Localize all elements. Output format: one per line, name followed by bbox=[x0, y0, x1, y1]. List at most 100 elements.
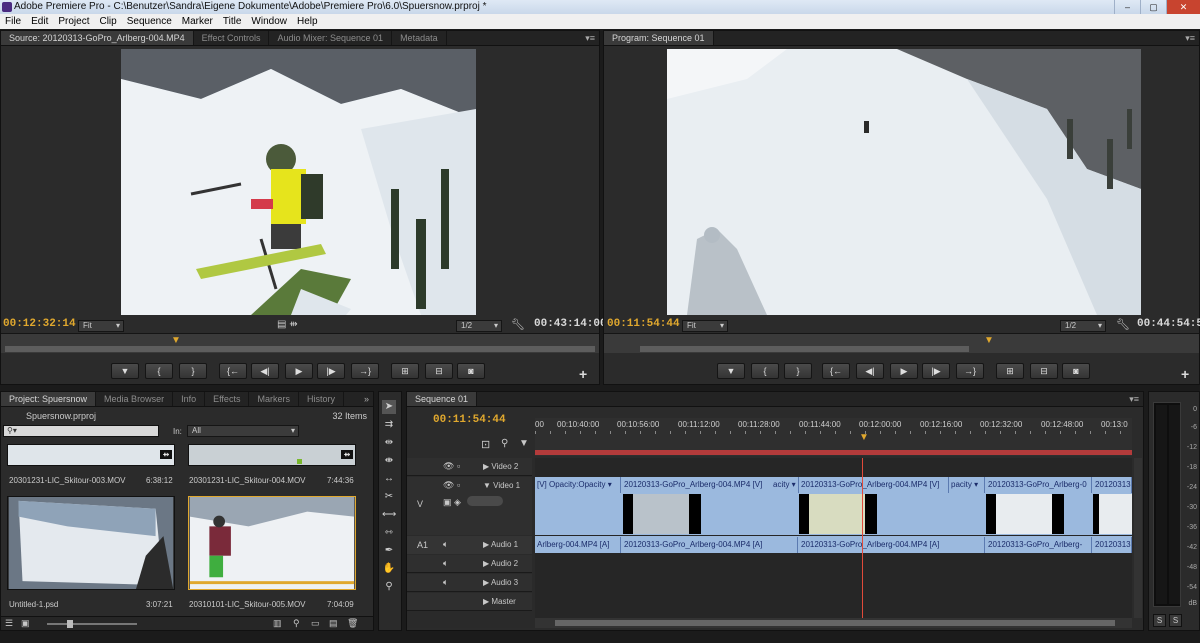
tab-sequence[interactable]: Sequence 01 bbox=[407, 392, 478, 406]
audio-clip[interactable]: 20120313-GoPro_Arlberg-004.MP4 [A] bbox=[622, 537, 798, 553]
video-clip[interactable]: [V] Opacity:Opacity ▾ bbox=[535, 477, 621, 493]
program-resolution-dropdown[interactable]: 1/2 bbox=[1060, 320, 1106, 332]
icon-view-icon[interactable]: ▣ bbox=[21, 618, 30, 629]
timeline-horizontal-scrollbar[interactable] bbox=[535, 618, 1132, 628]
tab-program[interactable]: Program: Sequence 01 bbox=[604, 31, 714, 45]
go-to-in-button[interactable]: {← bbox=[219, 363, 247, 379]
item-name[interactable]: Untitled-1.psd bbox=[9, 600, 58, 609]
source-fit-dropdown[interactable]: Fit bbox=[78, 320, 124, 332]
extract-button[interactable]: ⊟ bbox=[1030, 363, 1058, 379]
filmstrip-icon[interactable]: ▤ ⇻ bbox=[277, 319, 298, 330]
trash-icon[interactable]: 🗑︎ bbox=[347, 618, 358, 629]
playhead-icon[interactable]: ▼ bbox=[859, 432, 869, 443]
playhead-marker-icon[interactable]: ▼ bbox=[171, 336, 181, 346]
thumb-item-1[interactable]: ⇻ bbox=[7, 444, 175, 466]
bin-icon[interactable]: ▭ bbox=[311, 618, 320, 629]
video-clip[interactable]: 20120313- bbox=[1093, 477, 1132, 493]
track-select-tool-icon[interactable]: ⇉ bbox=[382, 418, 396, 432]
a1-target-label[interactable]: A1 bbox=[417, 540, 428, 550]
list-view-icon[interactable]: ☰ bbox=[5, 618, 13, 629]
step-back-button[interactable]: ◀| bbox=[856, 363, 884, 379]
tab-source[interactable]: Source: 20120313-GoPro_Arlberg-004.MP4 bbox=[1, 31, 194, 45]
tab-effects[interactable]: Effects bbox=[205, 392, 250, 406]
step-forward-button[interactable]: |▶ bbox=[317, 363, 345, 379]
playhead-marker-icon[interactable]: ▼ bbox=[984, 336, 994, 346]
panel-menu-icon[interactable]: » bbox=[364, 392, 369, 406]
mark-out-button[interactable]: } bbox=[179, 363, 207, 379]
panel-menu-icon[interactable]: ▾≡ bbox=[585, 31, 595, 45]
timeline-ruler[interactable]: 00 00:10:40:00 00:10:56:00 00:11:12:00 0… bbox=[535, 418, 1132, 456]
timeline-current-timecode[interactable]: 00:11:54:44 bbox=[433, 414, 506, 426]
audio-clip[interactable]: 20120313-GoPro_Arlberg- bbox=[986, 537, 1092, 553]
snap-icon[interactable]: ⊡ bbox=[481, 438, 490, 451]
tab-audio-mixer[interactable]: Audio Mixer: Sequence 01 bbox=[269, 31, 393, 45]
slip-tool-icon[interactable]: ⟷ bbox=[382, 508, 396, 522]
slide-tool-icon[interactable]: ⇿ bbox=[382, 526, 396, 540]
in-filter-dropdown[interactable]: All bbox=[187, 425, 299, 437]
menu-help[interactable]: Help bbox=[292, 14, 323, 29]
add-marker-icon[interactable]: ▼ bbox=[519, 438, 529, 449]
menu-file[interactable]: File bbox=[0, 14, 26, 29]
mark-in-button[interactable]: { bbox=[751, 363, 779, 379]
selection-tool-icon[interactable]: ➤ bbox=[382, 400, 396, 414]
zoom-tool-icon[interactable]: ⚲ bbox=[382, 580, 396, 594]
overwrite-button[interactable]: ⊟ bbox=[425, 363, 453, 379]
solo-left-button[interactable]: S bbox=[1153, 614, 1166, 627]
panel-menu-icon[interactable]: ▾≡ bbox=[1129, 392, 1139, 406]
video-clip[interactable]: 20120313-GoPro_Arlberg-004.MP4 [V] bbox=[622, 477, 792, 493]
rate-stretch-tool-icon[interactable]: ↔ bbox=[382, 472, 396, 486]
v-target-label[interactable]: V bbox=[417, 499, 423, 509]
source-zoom-scrollbar[interactable] bbox=[5, 346, 595, 352]
rolling-edit-tool-icon[interactable]: ⇼ bbox=[382, 454, 396, 468]
solo-right-button[interactable]: S bbox=[1169, 614, 1182, 627]
wrench-icon[interactable]: 🔧︎ bbox=[511, 318, 525, 331]
play-button[interactable]: ▶ bbox=[890, 363, 918, 379]
mark-out-button[interactable]: } bbox=[784, 363, 812, 379]
lift-button[interactable]: ⊞ bbox=[996, 363, 1024, 379]
button-editor-plus-icon[interactable]: + bbox=[579, 366, 587, 382]
source-resolution-dropdown[interactable]: 1/2 bbox=[456, 320, 502, 332]
close-button[interactable]: ✕ bbox=[1166, 0, 1200, 14]
item-name[interactable]: 20301231-LIC_Skitour-004.MOV bbox=[189, 476, 306, 485]
tab-media-browser[interactable]: Media Browser bbox=[96, 392, 174, 406]
export-frame-button[interactable]: ◙ bbox=[457, 363, 485, 379]
ripple-edit-tool-icon[interactable]: ⇹ bbox=[382, 436, 396, 450]
menu-sequence[interactable]: Sequence bbox=[122, 14, 177, 29]
audio-clip[interactable]: Arlberg-004.MP4 [A] bbox=[535, 537, 621, 553]
menu-project[interactable]: Project bbox=[53, 14, 94, 29]
button-editor-plus-icon[interactable]: + bbox=[1181, 366, 1189, 382]
menu-clip[interactable]: Clip bbox=[94, 14, 121, 29]
automate-icon[interactable]: ▥ bbox=[273, 618, 282, 629]
panel-menu-icon[interactable]: ▾≡ bbox=[1185, 31, 1195, 45]
step-forward-button[interactable]: |▶ bbox=[922, 363, 950, 379]
item-name[interactable]: 20301231-LIC_Skitour-003.MOV bbox=[9, 476, 126, 485]
program-zoom-scrollbar[interactable] bbox=[640, 346, 969, 352]
program-current-timecode[interactable]: 00:11:54:44 bbox=[607, 318, 680, 330]
eye-icon[interactable]: 👁︎ bbox=[443, 480, 454, 491]
step-back-button[interactable]: ◀| bbox=[251, 363, 279, 379]
audio-clip[interactable]: 20120313-GoPro_Arlberg-004.MP4 [A] bbox=[799, 537, 985, 553]
speaker-icon[interactable]: 🔈︎ bbox=[443, 558, 448, 569]
marker-drop-icon[interactable]: ⚲ bbox=[501, 438, 508, 449]
go-to-out-button[interactable]: →} bbox=[351, 363, 379, 379]
insert-button[interactable]: ⊞ bbox=[391, 363, 419, 379]
video-clip[interactable]: acity ▾ bbox=[771, 477, 799, 493]
add-marker-button[interactable]: ▼ bbox=[717, 363, 745, 379]
source-current-timecode[interactable]: 00:12:32:14 bbox=[3, 318, 76, 330]
program-time-ruler[interactable]: ▼ bbox=[604, 333, 1199, 353]
tab-metadata[interactable]: Metadata bbox=[392, 31, 447, 45]
tab-history[interactable]: History bbox=[299, 392, 344, 406]
thumb-item-4[interactable] bbox=[188, 496, 356, 590]
eye-icon[interactable]: 👁︎ bbox=[443, 461, 454, 472]
tab-markers[interactable]: Markers bbox=[249, 392, 299, 406]
thumb-item-2[interactable]: ⇻ bbox=[188, 444, 356, 466]
video-clip[interactable]: pacity ▾ bbox=[949, 477, 985, 493]
thumb-item-3[interactable] bbox=[7, 496, 175, 590]
go-to-in-button[interactable]: {← bbox=[822, 363, 850, 379]
go-to-out-button[interactable]: →} bbox=[956, 363, 984, 379]
speaker-icon[interactable]: 🔈︎ bbox=[443, 577, 448, 588]
zoom-slider[interactable] bbox=[47, 620, 137, 628]
mark-in-button[interactable]: { bbox=[145, 363, 173, 379]
audio-clip[interactable]: 20120313- bbox=[1093, 537, 1132, 553]
menu-window[interactable]: Window bbox=[246, 14, 292, 29]
